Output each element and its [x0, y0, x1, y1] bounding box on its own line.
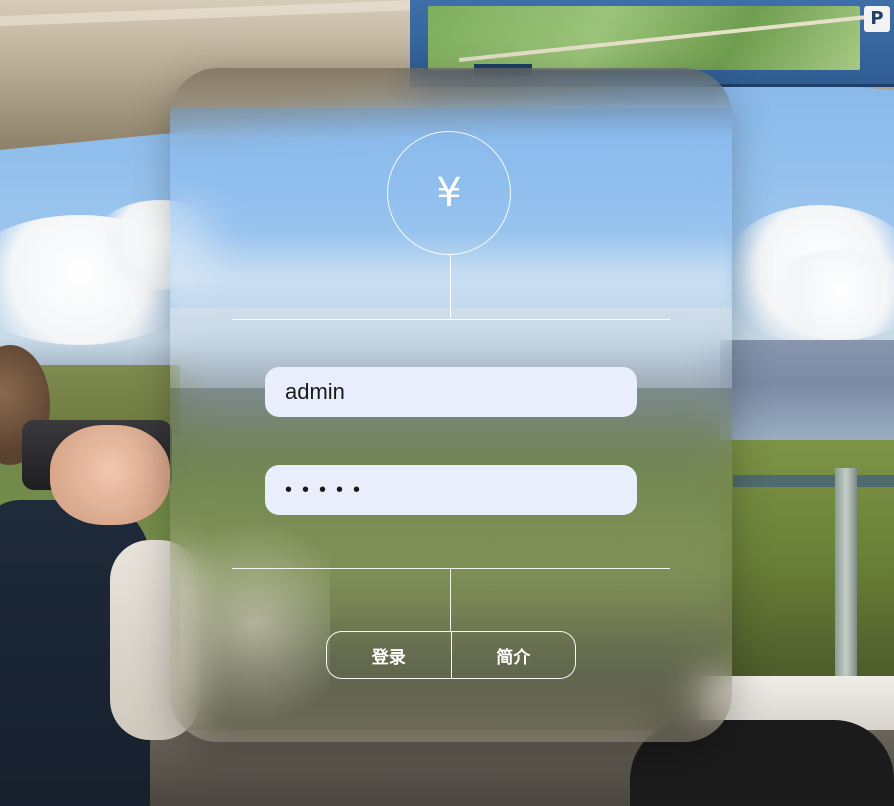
action-button-group: 登录 简介 — [326, 631, 576, 679]
login-button[interactable]: 登录 — [326, 631, 452, 679]
divider-horizontal-bottom — [232, 568, 670, 569]
card-glass-highlight — [180, 498, 330, 742]
divider-vertical-bottom — [450, 569, 451, 631]
distant-sea — [720, 340, 894, 450]
intro-button[interactable]: 简介 — [451, 631, 576, 679]
route-line — [458, 14, 878, 62]
parking-sign: P — [864, 6, 890, 32]
username-input[interactable] — [265, 367, 637, 417]
card-glass-shade — [170, 68, 732, 138]
route-map — [428, 6, 878, 76]
divider-vertical-top — [450, 255, 451, 319]
password-input[interactable] — [265, 465, 637, 515]
fence-rail — [733, 475, 894, 487]
fence-post — [835, 468, 857, 678]
yen-logo-icon: ¥ — [387, 131, 511, 255]
divider-horizontal-top — [232, 319, 670, 320]
logo-symbol: ¥ — [436, 170, 462, 216]
person-hand — [50, 425, 170, 525]
login-card: ¥ 登录 简介 — [170, 68, 732, 742]
